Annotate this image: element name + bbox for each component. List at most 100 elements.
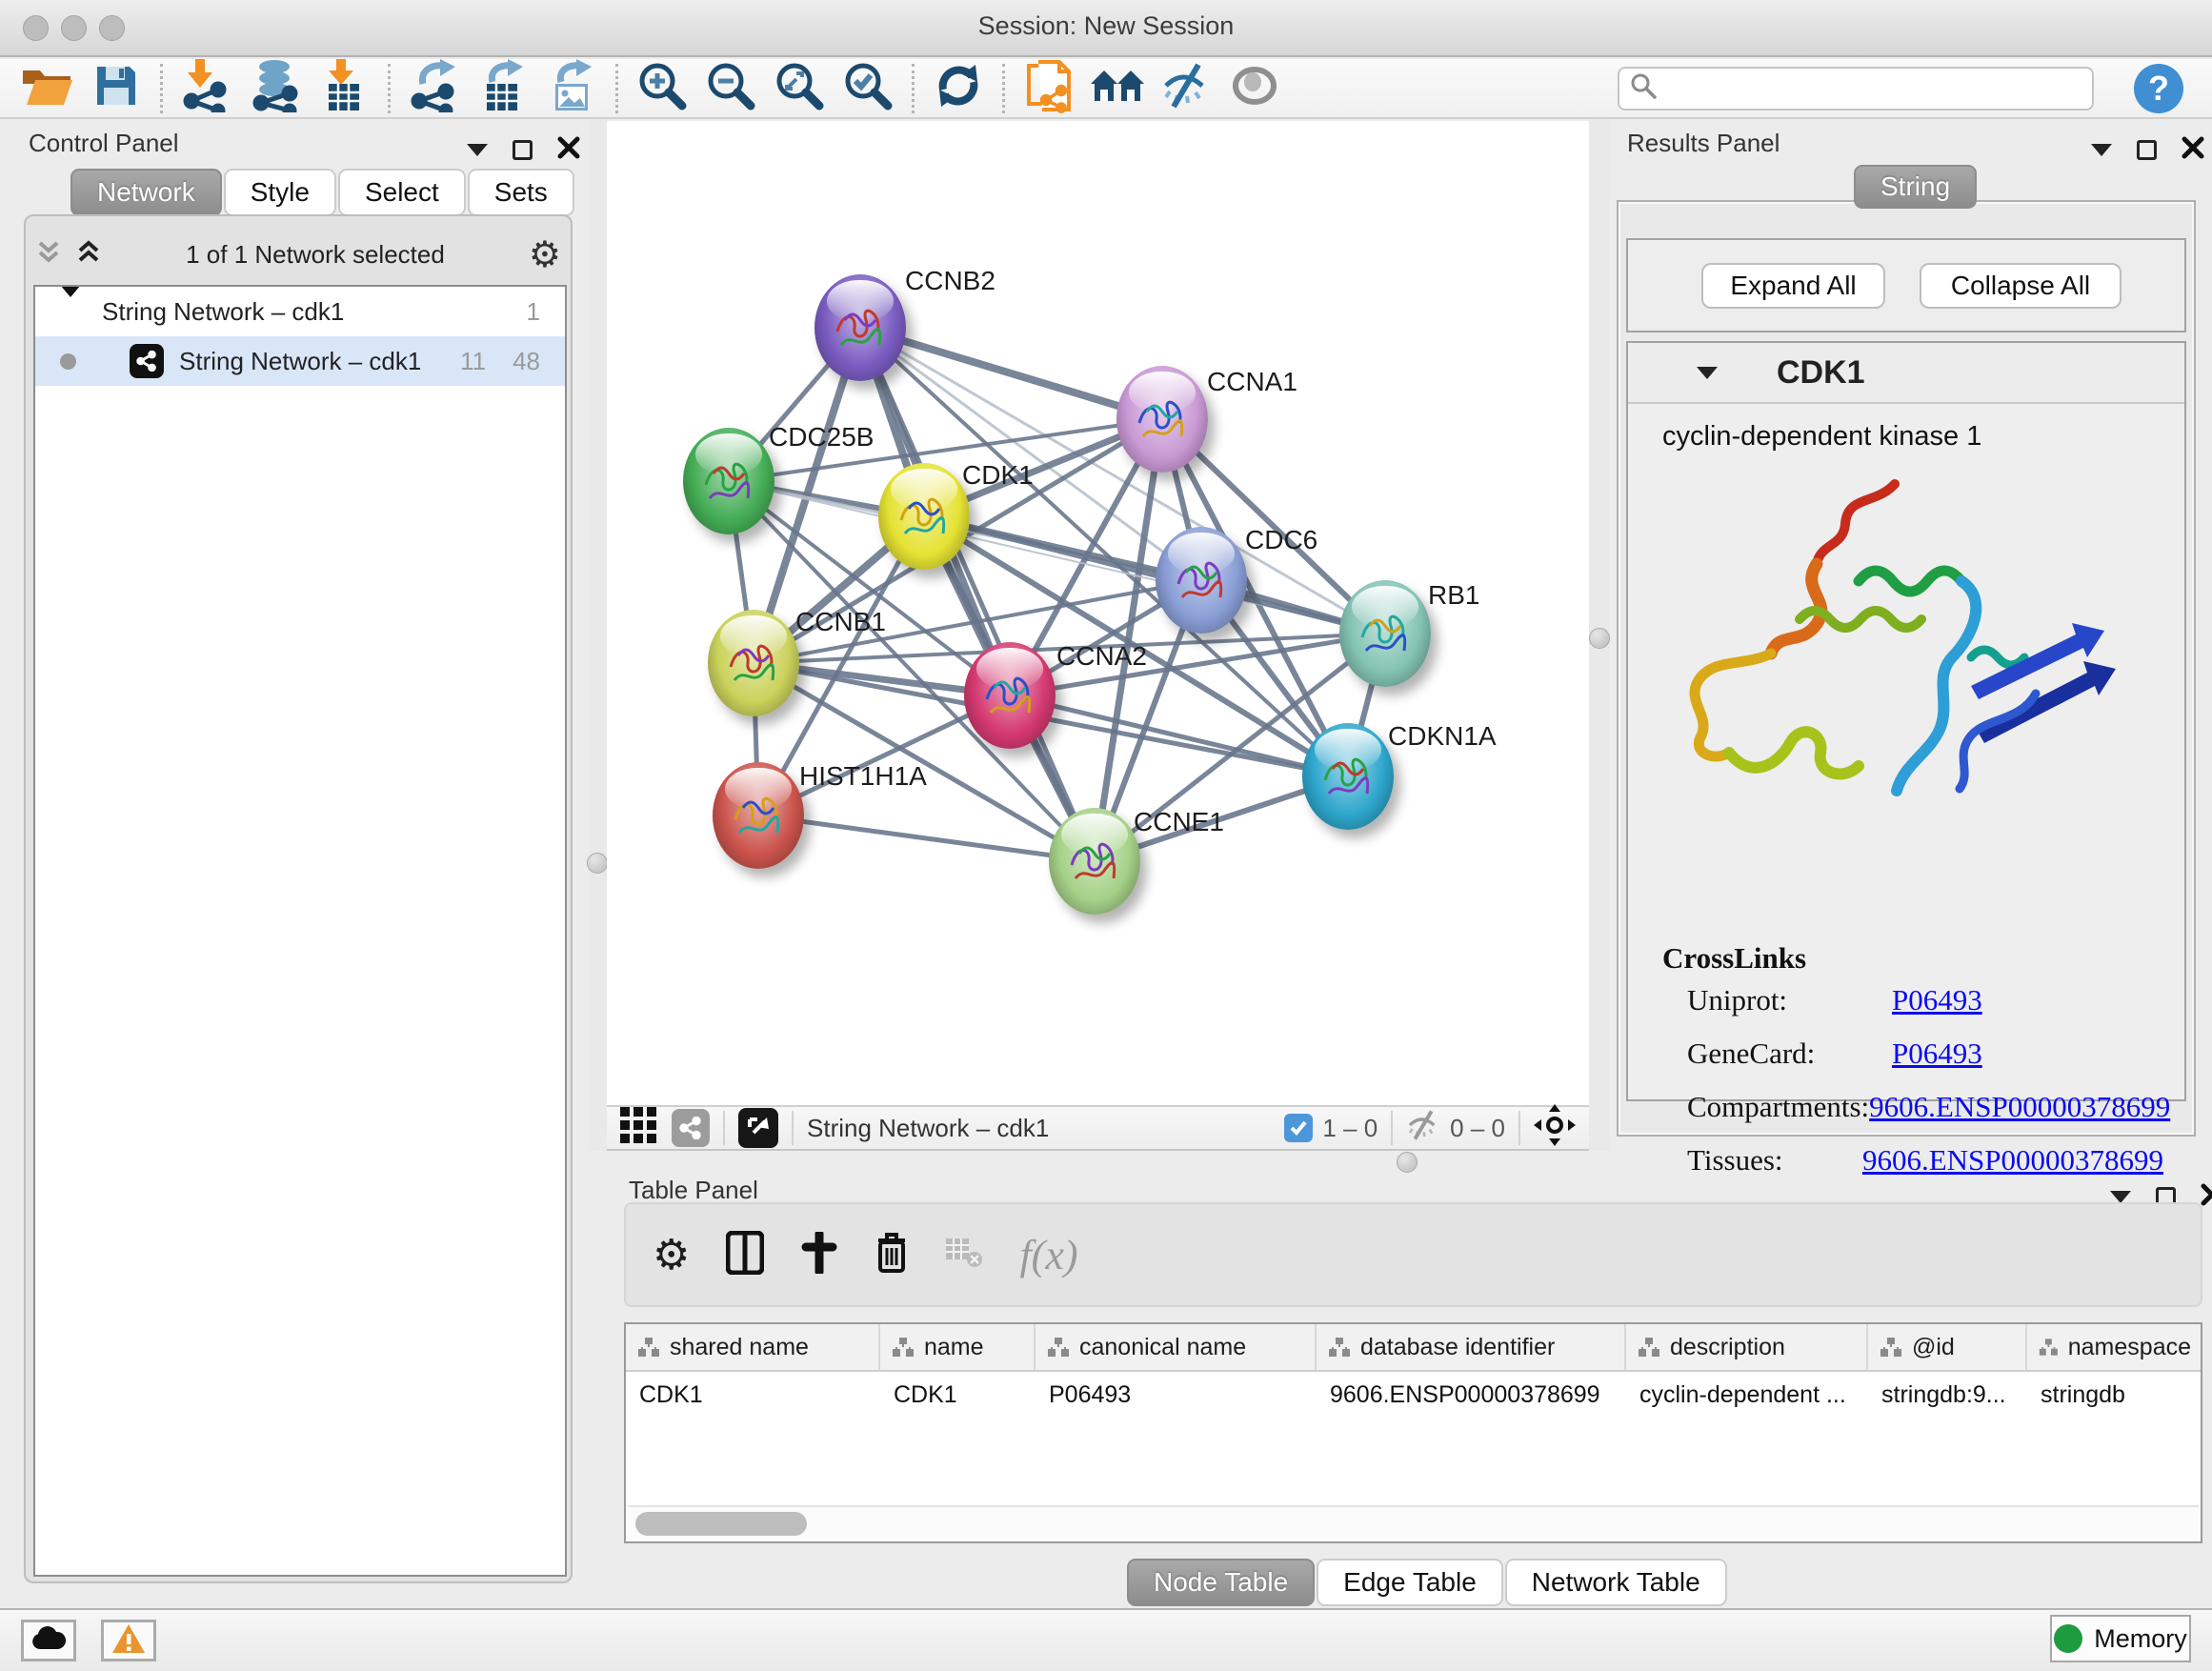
column-header--id[interactable]: @id [1868,1324,2027,1370]
table-cell[interactable]: 9606.ENSP00000378699 [1317,1372,1626,1419]
close-panel-icon[interactable] [2201,1183,2212,1211]
column-header-name[interactable]: name [880,1324,1036,1370]
open-session-button[interactable] [13,61,82,116]
column-header-shared-name[interactable]: shared name [626,1324,880,1370]
selected-checkbox-icon[interactable] [1284,1114,1313,1142]
tab-select[interactable]: Select [338,169,466,216]
cloud-status-button[interactable] [21,1620,76,1661]
zoom-selected-button[interactable] [834,61,902,116]
enhance-eye-button[interactable] [1220,61,1289,116]
gray-eye-icon [1230,63,1279,113]
horizontal-scrollbar[interactable] [628,1505,2199,1540]
close-panel-icon[interactable] [557,136,580,164]
export-table-button[interactable] [469,61,537,116]
network-row[interactable]: String Network – cdk1 11 48 [35,336,565,386]
collapse-all-button[interactable]: Collapse All [1920,263,2122,309]
table-cell[interactable]: P06493 [1036,1372,1317,1419]
network-share-icon[interactable] [672,1109,710,1147]
maximize-panel-icon[interactable] [2137,140,2157,160]
expand-all-tree-icon[interactable] [75,239,102,271]
crosslink-link[interactable]: 9606.ENSP00000378699 [1869,1090,2170,1124]
right-splitter-handle[interactable] [1589,628,1610,649]
column-header-database-identifier[interactable]: database identifier [1317,1324,1626,1370]
tab-network-table[interactable]: Network Table [1505,1559,1727,1606]
network-node-CCNB1[interactable] [708,610,799,716]
delete-column-icon[interactable] [875,1231,909,1279]
save-session-button[interactable] [82,61,151,116]
network-canvas[interactable]: CCNB2CCNA1CDC25BCDK1CDC6RB1CCNB1CCNA2CDK… [607,121,1589,1105]
left-splitter-handle[interactable] [587,853,608,874]
delete-table-icon[interactable] [945,1238,983,1273]
open-in-window-button[interactable] [738,1108,778,1148]
fit-content-crosshair-icon[interactable] [1534,1104,1576,1153]
table-cell[interactable]: stringdb:9... [1868,1372,2027,1419]
zoom-in-button[interactable] [628,61,696,116]
table-row[interactable]: CDK1CDK1P064939606.ENSP00000378699cyclin… [626,1372,2201,1419]
horizontal-scrollbar-thumb[interactable] [635,1512,807,1536]
help-button[interactable]: ? [2134,64,2183,113]
function-builder-icon[interactable]: f(x) [1019,1231,1077,1279]
column-header-canonical-name[interactable]: canonical name [1036,1324,1317,1370]
table-cell[interactable]: CDK1 [880,1372,1036,1419]
collapse-all-tree-icon[interactable] [35,239,62,271]
confidence-eye-button[interactable] [1152,61,1220,116]
import-network-file-button[interactable] [172,61,241,116]
hidden-eye-icon[interactable] [1406,1110,1440,1147]
warnings-button[interactable] [101,1620,156,1661]
network-node-CDKN1A[interactable] [1302,723,1394,830]
zoom-fit-button[interactable] [765,61,834,116]
tab-edge-table[interactable]: Edge Table [1317,1559,1503,1606]
export-network-button[interactable] [400,61,469,116]
column-header-description[interactable]: description [1626,1324,1868,1370]
expand-all-button[interactable]: Expand All [1701,263,1885,309]
network-node-RB1[interactable] [1339,580,1431,687]
crosslink-link[interactable]: P06493 [1892,983,1982,1017]
network-node-CCNB2[interactable] [814,274,906,381]
crosslink-link[interactable]: 9606.ENSP00000378699 [1862,1143,2163,1178]
tab-node-table[interactable]: Node Table [1127,1559,1315,1606]
tab-sets[interactable]: Sets [468,169,574,216]
table-cell[interactable]: CDK1 [626,1372,880,1419]
collection-caret-icon[interactable] [60,297,81,327]
string-home-button[interactable] [1083,61,1152,116]
float-panel-icon[interactable] [467,144,488,156]
string-import-button[interactable] [1015,61,1083,116]
network-options-gear-icon[interactable]: ⚙ [529,233,561,276]
add-column-icon[interactable] [800,1232,838,1278]
network-collection-row[interactable]: String Network – cdk1 1 [35,287,565,336]
maximize-panel-icon[interactable] [513,140,533,160]
memory-button[interactable]: Memory [2050,1615,2191,1662]
search-input[interactable] [1658,73,2067,103]
table-cell[interactable]: stringdb [2027,1372,2202,1419]
bottom-splitter-handle[interactable] [1397,1152,1418,1173]
card-caret-icon[interactable] [1697,367,1718,379]
column-type-icon [2039,1337,2059,1358]
network-tab-body: 1 of 1 Network selected ⚙ String Network… [24,214,573,1583]
network-node-CCNE1[interactable] [1049,808,1140,915]
tab-string[interactable]: String [1854,165,1977,209]
float-panel-icon[interactable] [2091,144,2112,156]
table-cell[interactable]: cyclin-dependent ... [1626,1372,1868,1419]
left-splitter[interactable] [589,119,607,1151]
zoom-out-button[interactable] [696,61,765,116]
show-columns-icon[interactable] [726,1231,764,1279]
export-image-button[interactable] [537,61,606,116]
refresh-button[interactable] [924,61,993,116]
import-table-button[interactable] [310,61,378,116]
right-splitter[interactable] [1589,119,1610,1151]
network-node-CDC6[interactable] [1156,527,1247,634]
birdseye-grid-icon[interactable] [618,1105,658,1152]
table-options-gear-icon[interactable]: ⚙ [653,1231,690,1279]
crosslink-link[interactable]: P06493 [1892,1037,1982,1071]
network-node-CCNA2[interactable] [964,642,1056,749]
network-node-HIST1H1A[interactable] [713,762,804,869]
network-node-CDK1[interactable] [878,463,970,570]
network-node-CDC25B[interactable] [683,428,774,534]
tab-style[interactable]: Style [224,169,336,216]
network-node-CCNA1[interactable] [1116,366,1208,473]
tab-network[interactable]: Network [70,169,222,216]
column-header-namespace[interactable]: namespace [2027,1324,2202,1370]
table-body: CDK1CDK1P064939606.ENSP00000378699cyclin… [626,1372,2201,1419]
close-panel-icon[interactable] [2182,136,2204,164]
import-network-database-button[interactable] [241,61,310,116]
